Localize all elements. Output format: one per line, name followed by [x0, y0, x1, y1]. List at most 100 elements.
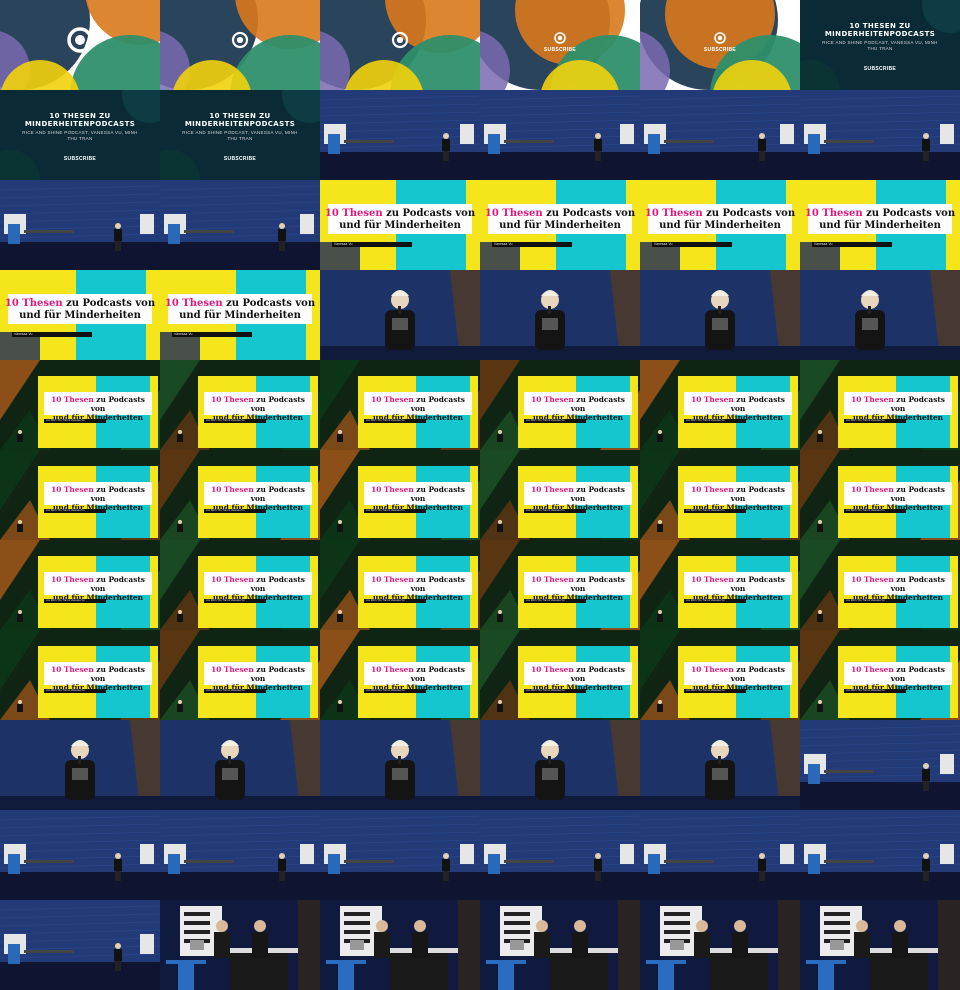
video-frame-slide-inset: 10 Thesen zu Podcasts von und für Minderh… — [0, 450, 160, 540]
slide-title-rest: zu Podcasts von — [410, 395, 465, 413]
speaker-name-bar: von Minh Thu Tran & Vanessa Vu — [524, 509, 586, 513]
slide-title-rest: zu Podcasts von — [862, 208, 956, 219]
speaker-name-bar: von Minh Thu Tran & Vanessa Vu — [844, 509, 906, 513]
slide-title-highlight: 10 Thesen — [531, 575, 574, 584]
video-frame-slide-inset: 10 Thesen zu Podcasts von und für Minderh… — [160, 450, 320, 540]
video-frame-slide-inset: 10 Thesen zu Podcasts von und für Minderh… — [0, 630, 160, 720]
slide-title-text: 10 Thesen zu Podcasts von und für Minderh… — [524, 485, 632, 512]
speakers-line: RICE AND SHINE PODCAST, VANESSA VU, MINH… — [182, 130, 298, 141]
slide-title-line-2: und für Minderheiten — [179, 310, 301, 321]
slide-title-highlight: 10 Thesen — [484, 208, 543, 219]
slide-title-text: 10 Thesen zu Podcasts von und für Minderh… — [844, 665, 952, 692]
slide-title-text: 10 Thesen zu Podcasts von und für Minderh… — [800, 208, 960, 232]
slide-title-highlight: 10 Thesen — [4, 298, 63, 309]
video-frame-duo-podium — [640, 900, 800, 990]
slide-title-rest: zu Podcasts von — [730, 575, 785, 593]
video-frame-duo-podium — [320, 900, 480, 990]
slide-title-line-2: und für Minderheiten — [339, 220, 461, 231]
speaker-name-bar: von Minh Thu Tran & Vanessa Vu — [684, 509, 746, 513]
video-frame-slide-inset: 10 Thesen zu Podcasts von und für Minderh… — [0, 540, 160, 630]
slide-title-highlight: 10 Thesen — [691, 575, 734, 584]
video-frame-stage-wide — [160, 810, 320, 900]
slide-title-highlight: 10 Thesen — [691, 485, 734, 494]
slide-title-rest: zu Podcasts von — [250, 485, 305, 503]
slide-title-rest: zu Podcasts von — [250, 395, 305, 413]
slide-title-highlight: 10 Thesen — [691, 665, 734, 674]
video-frame-slide-inset: 10 Thesen zu Podcasts von und für Minderh… — [800, 360, 960, 450]
slide-title-text: 10 Thesen zu Podcasts von und für Minderh… — [364, 395, 472, 422]
speaker-name-bar: von Minh Thu Tran & Vanessa Vu — [524, 599, 586, 603]
video-frame-slide-inset: 10 Thesen zu Podcasts von und für Minderh… — [800, 450, 960, 540]
slide-title-highlight: 10 Thesen — [691, 395, 734, 404]
speaker-name-bar: von Minh Thu Tran & Vanessa Vu — [44, 689, 106, 693]
video-frame-speaker-close — [320, 270, 480, 360]
video-frame-slide-inset: 10 Thesen zu Podcasts von und für Minderh… — [480, 360, 640, 450]
slide-title-rest: zu Podcasts von — [250, 665, 305, 683]
slide-title-text: 10 Thesen zu Podcasts von und für Minderh… — [44, 395, 152, 422]
slide-title-text: 10 Thesen zu Podcasts von und für Minderh… — [640, 208, 800, 232]
video-frame-stage-wide — [800, 90, 960, 180]
speaker-name-bar: von Minh Thu Tran & Vanessa Vu — [364, 599, 426, 603]
video-frame-slide-full: 10 Thesen zu Podcasts von und für Minderh… — [480, 180, 640, 270]
video-frame-speaker-close — [480, 720, 640, 810]
video-frame-slide-inset: 10 Thesen zu Podcasts von und für Minderh… — [640, 540, 800, 630]
video-frame-slide-full: 10 Thesen zu Podcasts von und für Minderh… — [640, 180, 800, 270]
video-frame-grid: SUBSCRIBE SUBSCRIBE 10 THESEN ZU MINDERHEIT… — [0, 0, 960, 990]
speaker-name-bar: von Minh Thu Tran & Vanessa Vu — [364, 689, 426, 693]
slide-title-highlight: 10 Thesen — [644, 208, 703, 219]
slide-title-rest: zu Podcasts von — [410, 665, 465, 683]
speaker-name-bar: von Minh Thu Tran & Vanessa Vu — [364, 419, 426, 423]
slide-title-highlight: 10 Thesen — [51, 665, 94, 674]
video-frame-speaker-close — [640, 270, 800, 360]
slide-title-highlight: 10 Thesen — [51, 395, 94, 404]
video-frame-stage-wide — [480, 90, 640, 180]
video-frame-stage-wide — [0, 900, 160, 990]
speaker-name-bar: von Minh Thu Tran & Vanessa Vu — [204, 599, 266, 603]
slide-title-highlight: 10 Thesen — [851, 395, 894, 404]
subscribe-label: SUBSCRIBE — [863, 66, 897, 72]
slide-title-highlight: 10 Thesen — [804, 208, 863, 219]
slide-title-text: 10 Thesen zu Podcasts von und für Minderh… — [44, 665, 152, 692]
slide-title-rest: zu Podcasts von — [62, 298, 156, 309]
video-frame-slide-inset: 10 Thesen zu Podcasts von und für Minderh… — [320, 630, 480, 720]
speaker-name-bar: von Minh Thu Tran & Vanessa Vu — [684, 419, 746, 423]
video-frame-slide-inset: 10 Thesen zu Podcasts von und für Minderh… — [480, 540, 640, 630]
slide-title-rest: zu Podcasts von — [410, 575, 465, 593]
video-frame-slide-inset: 10 Thesen zu Podcasts von und für Minderh… — [640, 630, 800, 720]
speaker-name-bar: von Minh Thu Tran & Vanessa Vu — [524, 419, 586, 423]
video-frame-slide-inset: 10 Thesen zu Podcasts von und für Minderh… — [640, 450, 800, 540]
video-frame-stage-wide — [160, 180, 320, 270]
slide-title-text: 10 Thesen zu Podcasts von und für Minderh… — [844, 395, 952, 422]
slide-title-rest: zu Podcasts von — [90, 395, 145, 413]
speaker-name-bar: von Minh Thu Tran & Vanessa Vu — [844, 599, 906, 603]
slide-title-highlight: 10 Thesen — [211, 485, 254, 494]
video-frame-intro-title: 10 THESEN ZU MINDERHEITENPODCASTS RICE AND… — [160, 90, 320, 180]
slide-title-rest: zu Podcasts von — [890, 395, 945, 413]
slide-title-rest: zu Podcasts von — [730, 395, 785, 413]
slide-title-rest: zu Podcasts von — [702, 208, 796, 219]
slide-title-highlight: 10 Thesen — [164, 298, 223, 309]
slide-title-text: 10 Thesen zu Podcasts von und für Minderh… — [524, 575, 632, 602]
slide-title-text: 10 Thesen zu Podcasts von und für Minderh… — [204, 395, 312, 422]
slide-title-rest: zu Podcasts von — [570, 665, 625, 683]
speaker-name-bar: Vanessa Vu — [492, 242, 572, 247]
speaker-name-bar: Vanessa Vu — [652, 242, 732, 247]
speaker-name-bar: von Minh Thu Tran & Vanessa Vu — [44, 599, 106, 603]
slide-title-text: 10 Thesen zu Podcasts von und für Minderh… — [844, 575, 952, 602]
slide-title-text: 10 Thesen zu Podcasts von und für Minderh… — [524, 395, 632, 422]
slide-title-rest: zu Podcasts von — [570, 485, 625, 503]
speaker-name-bar: Vanessa Vu — [812, 242, 892, 247]
slide-title-rest: zu Podcasts von — [730, 485, 785, 503]
speaker-name-bar: von Minh Thu Tran & Vanessa Vu — [684, 599, 746, 603]
slide-title-text: 10 Thesen zu Podcasts von und für Minderh… — [160, 298, 320, 322]
video-frame-speaker-close — [640, 720, 800, 810]
video-frame-intro-subscribe: SUBSCRIBE — [640, 0, 800, 90]
slide-title-rest: zu Podcasts von — [542, 208, 636, 219]
speaker-name-bar: von Minh Thu Tran & Vanessa Vu — [204, 689, 266, 693]
video-frame-stage-wide — [800, 720, 960, 810]
slide-title-highlight: 10 Thesen — [851, 575, 894, 584]
video-frame-speaker-close — [0, 720, 160, 810]
speaker-name-bar: von Minh Thu Tran & Vanessa Vu — [524, 689, 586, 693]
video-frame-intro-logo — [160, 0, 320, 90]
video-frame-duo-podium — [160, 900, 320, 990]
